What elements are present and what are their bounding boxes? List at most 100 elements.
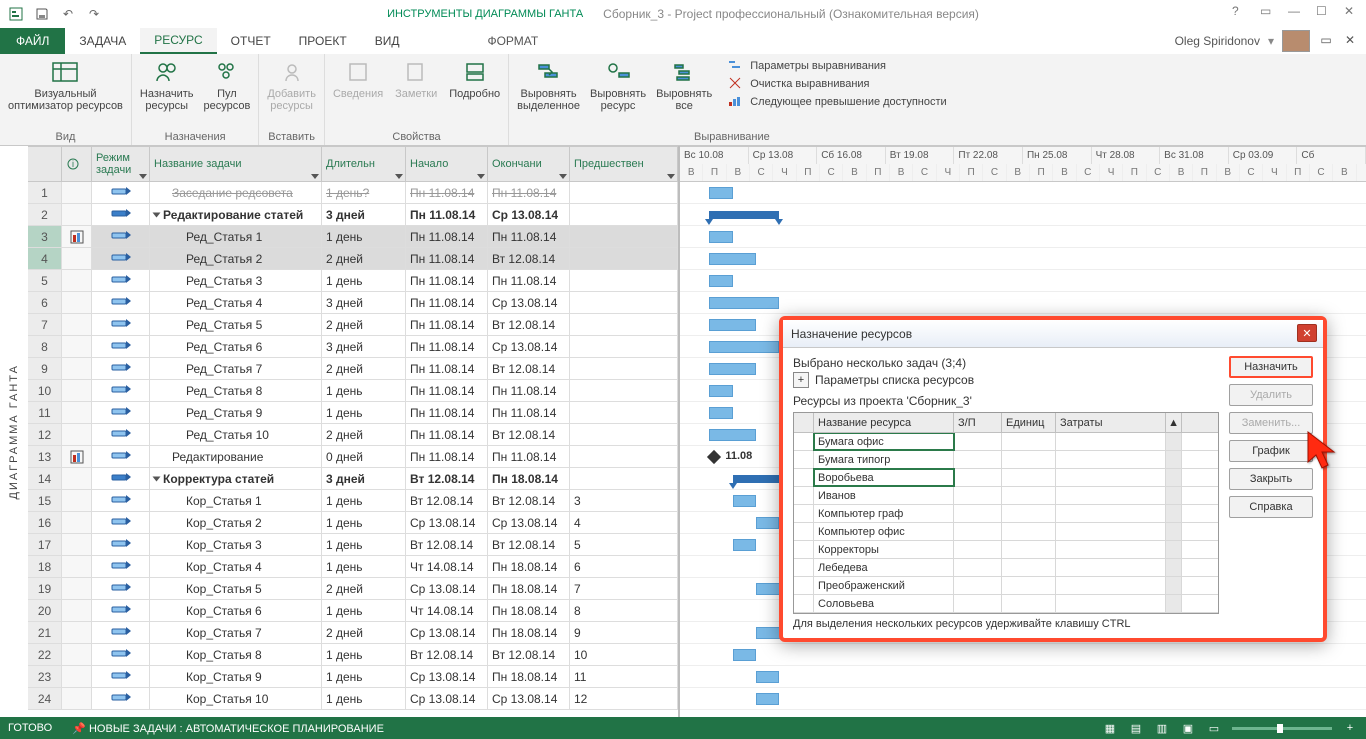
start-cell[interactable]: Пн 11.08.14 (406, 314, 488, 335)
duration-cell[interactable]: 1 день (322, 666, 406, 687)
task-mode-cell[interactable] (92, 622, 150, 643)
col-header-1[interactable]: i (62, 147, 92, 181)
task-name-cell[interactable]: Редактирование статей (150, 204, 322, 225)
task-name-cell[interactable]: Заседание редсовета (150, 182, 322, 203)
resource-row[interactable]: Преображенский (794, 577, 1218, 595)
task-mode-cell[interactable] (92, 270, 150, 291)
task-row[interactable]: 12Ред_Статья 102 днейПн 11.08.14Вт 12.08… (28, 424, 678, 446)
resource-pool-button[interactable]: Пул ресурсов (203, 58, 250, 112)
gantt-row[interactable] (680, 666, 1366, 688)
gantt-bar[interactable] (709, 253, 756, 265)
task-name-cell[interactable]: Кор_Статья 3 (150, 534, 322, 555)
task-mode-cell[interactable] (92, 292, 150, 313)
task-row[interactable]: 13Редактирование0 днейПн 11.08.14Пн 11.0… (28, 446, 678, 468)
gantt-bar[interactable] (756, 671, 779, 683)
task-mode-cell[interactable] (92, 446, 150, 467)
duration-cell[interactable]: 1 день (322, 402, 406, 423)
resource-row[interactable]: Иванов (794, 487, 1218, 505)
gantt-bar[interactable] (709, 211, 779, 219)
duration-cell[interactable]: 1 день (322, 644, 406, 665)
start-cell[interactable]: Ср 13.08.14 (406, 512, 488, 533)
finish-cell[interactable]: Пн 11.08.14 (488, 402, 570, 423)
predecessors-cell[interactable]: 3 (570, 490, 678, 511)
help-button[interactable]: Справка (1229, 496, 1313, 518)
duration-cell[interactable]: 2 дней (322, 314, 406, 335)
task-mode-cell[interactable] (92, 688, 150, 709)
duration-cell[interactable]: 1 день? (322, 182, 406, 203)
details-button[interactable]: Подробно (449, 58, 500, 100)
leveling-options-button[interactable]: Параметры выравнивания (728, 58, 946, 74)
finish-cell[interactable]: Ср 13.08.14 (488, 688, 570, 709)
task-row[interactable]: 24Кор_Статья 101 деньСр 13.08.14Ср 13.08… (28, 688, 678, 710)
row-number[interactable]: 22 (28, 644, 62, 665)
tab-вид[interactable]: ВИД (361, 28, 414, 54)
assign-button[interactable]: Назначить (1229, 356, 1313, 378)
expand-params-button[interactable]: + (793, 372, 809, 388)
task-mode-cell[interactable] (92, 358, 150, 379)
replace-button[interactable]: Заменить... (1229, 412, 1313, 434)
doc-minimize-icon[interactable]: ▭ (1318, 33, 1334, 49)
resource-row[interactable]: Компьютер граф (794, 505, 1218, 523)
row-number[interactable]: 12 (28, 424, 62, 445)
predecessors-cell[interactable] (570, 270, 678, 291)
resource-list-table[interactable]: Название ресурсаЗ/ПЕдиницЗатраты▲ Бумага… (793, 412, 1219, 614)
task-row[interactable]: 17Кор_Статья 31 деньВт 12.08.14Вт 12.08.… (28, 534, 678, 556)
tab-проект[interactable]: ПРОЕКТ (285, 28, 361, 54)
resource-row[interactable]: Лебедева (794, 559, 1218, 577)
task-name-cell[interactable]: Кор_Статья 4 (150, 556, 322, 577)
gantt-bar[interactable] (756, 693, 779, 705)
predecessors-cell[interactable]: 8 (570, 600, 678, 621)
task-name-cell[interactable]: Ред_Статья 10 (150, 424, 322, 445)
duration-cell[interactable]: 2 дней (322, 622, 406, 643)
row-number[interactable]: 4 (28, 248, 62, 269)
row-number[interactable]: 11 (28, 402, 62, 423)
task-row[interactable]: 19Кор_Статья 52 днейСр 13.08.14Пн 18.08.… (28, 578, 678, 600)
resource-col-header[interactable] (794, 413, 814, 432)
task-mode-cell[interactable] (92, 336, 150, 357)
row-number[interactable]: 7 (28, 314, 62, 335)
resource-col-header[interactable]: ▲ (1166, 413, 1182, 432)
task-mode-cell[interactable] (92, 182, 150, 203)
start-cell[interactable]: Вт 12.08.14 (406, 534, 488, 555)
finish-cell[interactable]: Пн 11.08.14 (488, 270, 570, 291)
minimize-icon[interactable]: — (1288, 4, 1302, 18)
row-number[interactable]: 3 (28, 226, 62, 247)
level-all-button[interactable]: Выровнять все (656, 58, 712, 112)
zoom-in-icon[interactable]: + (1342, 720, 1358, 736)
predecessors-cell[interactable] (570, 204, 678, 225)
zoom-out-icon[interactable]: ▭ (1206, 720, 1222, 736)
task-name-cell[interactable]: Кор_Статья 5 (150, 578, 322, 599)
finish-cell[interactable]: Пн 11.08.14 (488, 380, 570, 401)
task-mode-cell[interactable] (92, 666, 150, 687)
finish-cell[interactable]: Ср 13.08.14 (488, 204, 570, 225)
row-number[interactable]: 10 (28, 380, 62, 401)
gantt-row[interactable] (680, 644, 1366, 666)
task-mode-cell[interactable] (92, 600, 150, 621)
task-mode-cell[interactable] (92, 380, 150, 401)
row-number[interactable]: 8 (28, 336, 62, 357)
task-name-cell[interactable]: Ред_Статья 4 (150, 292, 322, 313)
task-row[interactable]: 14Корректура статей3 днейВт 12.08.14Пн 1… (28, 468, 678, 490)
col-header-6[interactable]: Окончани (488, 147, 570, 181)
predecessors-cell[interactable] (570, 314, 678, 335)
status-new-tasks[interactable]: 📌 НОВЫЕ ЗАДАЧИ : АВТОМАТИЧЕСКОЕ ПЛАНИРОВ… (72, 722, 384, 735)
finish-cell[interactable]: Ср 13.08.14 (488, 292, 570, 313)
start-cell[interactable]: Ср 13.08.14 (406, 688, 488, 709)
task-name-cell[interactable]: Кор_Статья 1 (150, 490, 322, 511)
resource-row[interactable]: Компьютер офис (794, 523, 1218, 541)
task-mode-cell[interactable] (92, 402, 150, 423)
gantt-bar[interactable] (709, 231, 732, 243)
add-resources-button[interactable]: Добавить ресурсы (267, 58, 316, 112)
user-name[interactable]: Oleg Spiridonov (1175, 34, 1260, 48)
task-mode-cell[interactable] (92, 204, 150, 225)
duration-cell[interactable]: 1 день (322, 512, 406, 533)
task-mode-cell[interactable] (92, 490, 150, 511)
task-row[interactable]: 15Кор_Статья 11 деньВт 12.08.14Вт 12.08.… (28, 490, 678, 512)
row-number[interactable]: 18 (28, 556, 62, 577)
duration-cell[interactable]: 1 день (322, 534, 406, 555)
finish-cell[interactable]: Пн 11.08.14 (488, 446, 570, 467)
maximize-icon[interactable]: ☐ (1316, 4, 1330, 18)
redo-icon[interactable]: ↷ (84, 4, 104, 24)
finish-cell[interactable]: Ср 13.08.14 (488, 336, 570, 357)
task-name-cell[interactable]: Ред_Статья 6 (150, 336, 322, 357)
